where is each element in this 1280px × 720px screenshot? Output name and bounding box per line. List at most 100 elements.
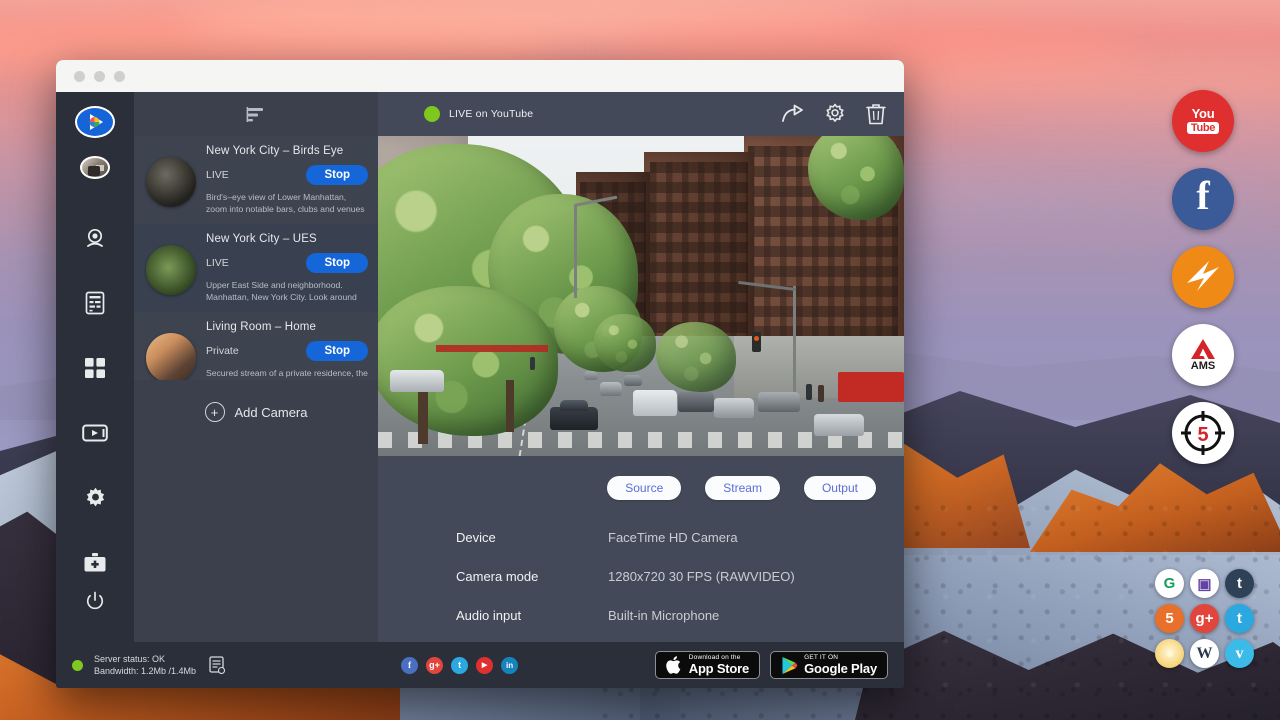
close-button[interactable]: [74, 71, 85, 82]
minimize-button[interactable]: [94, 71, 105, 82]
camera-action-button[interactable]: Stop: [306, 165, 368, 185]
camera-title: Living Room – Home: [206, 321, 368, 333]
mini-glyph: W: [1197, 645, 1213, 663]
trash-icon[interactable]: [866, 103, 886, 125]
power-button[interactable]: [71, 583, 119, 620]
toolbar-actions: [782, 103, 886, 125]
footer-facebook-icon[interactable]: f: [401, 657, 418, 674]
server-status-dot: [72, 660, 83, 671]
cloud: [180, 0, 880, 47]
detail-value[interactable]: 1280x720 30 FPS (RAWVIDEO): [608, 569, 795, 584]
preview-car: [390, 370, 444, 392]
live-status-text: LIVE on YouTube: [449, 108, 533, 120]
footer-social-links: f g+ t ▶ in: [401, 657, 518, 674]
preview-car-roof: [560, 400, 588, 411]
preview-streetlamp: [793, 286, 796, 396]
footer-linkedin-icon[interactable]: in: [501, 657, 518, 674]
footer-twitter-icon[interactable]: t: [451, 657, 468, 674]
camera-action-button[interactable]: Stop: [306, 253, 368, 273]
shortcut-flare[interactable]: ●: [1155, 639, 1184, 668]
camera-status: Private: [206, 345, 239, 357]
camera-description: Upper East Side and neighborhood. Manhat…: [206, 280, 368, 303]
source-detail-table: Device FaceTime HD Camera Camera mode 12…: [378, 500, 904, 647]
preview-pedestrian: [818, 385, 824, 402]
red5-target-icon: 5: [1176, 406, 1230, 460]
shortcut-wordpress[interactable]: W: [1190, 639, 1219, 668]
live-status-badge: LIVE on YouTube: [424, 106, 533, 122]
gear-icon[interactable]: [824, 103, 846, 125]
share-icon[interactable]: [782, 104, 804, 124]
mini-glyph: t: [1237, 575, 1242, 592]
preview-pedestrian: [530, 357, 535, 370]
sidebar-item-settings[interactable]: [71, 480, 119, 517]
shortcut-youtube[interactable]: You Tube: [1172, 90, 1234, 152]
camera-list[interactable]: New York City – Birds Eye LIVE Stop Bird…: [134, 136, 378, 380]
google-play-text: GET IT ON Google Play: [804, 654, 877, 676]
app-store-badge[interactable]: Download on the App Store: [655, 651, 760, 679]
shortcut-facebook[interactable]: f: [1172, 168, 1234, 230]
app-store-text: Download on the App Store: [689, 654, 749, 676]
footer-youtube-icon[interactable]: ▶: [476, 657, 493, 674]
camera-action-button[interactable]: Stop: [306, 341, 368, 361]
sort-filter-icon[interactable]: [246, 104, 266, 124]
document-list-icon: [84, 291, 106, 315]
sidebar-item-broadcast[interactable]: [71, 415, 119, 452]
tab-source[interactable]: Source: [607, 476, 681, 500]
shortcut-adobe-ams[interactable]: AMS: [1172, 324, 1234, 386]
desktop-shortcut-column: You Tube f AMS 5: [1172, 90, 1234, 464]
camera-list-item[interactable]: New York City – Birds Eye LIVE Stop Bird…: [134, 136, 378, 224]
camera-description: Secured stream of a private residence, t…: [206, 368, 368, 380]
camera-thumbnail: [146, 245, 196, 295]
power-icon: [85, 591, 105, 611]
preview-car: [624, 375, 642, 386]
shortcut-shopify[interactable]: 5: [1155, 604, 1184, 633]
ams-label: AMS: [1191, 361, 1215, 372]
gear-icon: [84, 487, 107, 510]
camera-description: Bird's–eye view of Lower Manhattan, zoom…: [206, 192, 368, 215]
preview-traffic-light-lamp: [754, 336, 759, 341]
window-body: New York City – Birds Eye LIVE Stop Bird…: [56, 92, 904, 642]
detail-value[interactable]: Built-in Microphone: [608, 608, 719, 623]
preview-traffic-light: [752, 332, 761, 352]
camera-list-item[interactable]: Living Room – Home Private Stop Secured …: [134, 312, 378, 380]
sidebar-item-cameras[interactable]: [71, 219, 119, 256]
preview-tree-trunk: [418, 386, 428, 444]
detail-row: Camera mode 1280x720 30 FPS (RAWVIDEO): [456, 569, 904, 584]
shortcut-twitch[interactable]: ▣: [1190, 569, 1219, 598]
preview-awning: [838, 372, 904, 402]
maximize-button[interactable]: [114, 71, 125, 82]
footer-google-plus-icon[interactable]: g+: [426, 657, 443, 674]
shortcut-google-plus[interactable]: g+: [1190, 604, 1219, 633]
tab-output[interactable]: Output: [804, 476, 876, 500]
document-icon[interactable]: [209, 656, 225, 674]
play-triangle-icon: [81, 108, 109, 136]
sidebar-item-dashboard[interactable]: [71, 349, 119, 386]
app-window: New York City – Birds Eye LIVE Stop Bird…: [56, 60, 904, 688]
shortcut-twitter[interactable]: t: [1225, 604, 1254, 633]
shortcut-grammarly[interactable]: G: [1155, 569, 1184, 598]
camera-list-item[interactable]: New York City – UES LIVE Stop Upper East…: [134, 224, 378, 312]
tab-stream[interactable]: Stream: [705, 476, 780, 500]
shortcut-red5[interactable]: 5: [1172, 402, 1234, 464]
sidebar-item-add-source[interactable]: [71, 545, 119, 582]
shortcut-wowza[interactable]: [1172, 246, 1234, 308]
adobe-a-icon: [1190, 338, 1216, 360]
video-preview[interactable]: [378, 136, 904, 456]
user-avatar[interactable]: [80, 156, 110, 179]
app-logo-play-icon[interactable]: [75, 106, 115, 138]
shortcut-vimeo[interactable]: v: [1225, 639, 1254, 668]
app-store-title: App Store: [689, 662, 749, 676]
detail-label: Camera mode: [456, 569, 608, 584]
google-play-badge[interactable]: GET IT ON Google Play: [770, 651, 888, 679]
sidebar-rail: [56, 92, 134, 642]
camera-status-row: LIVE Stop: [206, 253, 368, 273]
mini-glyph: 5: [1165, 610, 1173, 627]
add-camera-button[interactable]: + Add Camera: [205, 398, 308, 426]
sidebar-item-logs[interactable]: [71, 284, 119, 321]
detail-value[interactable]: FaceTime HD Camera: [608, 530, 738, 545]
preview-car: [584, 371, 598, 380]
shortcut-tumblr[interactable]: t: [1225, 569, 1254, 598]
preview-van: [633, 390, 677, 416]
desktop: You Tube f AMS 5: [0, 0, 1280, 720]
youtube-you-text: You: [1192, 108, 1215, 120]
